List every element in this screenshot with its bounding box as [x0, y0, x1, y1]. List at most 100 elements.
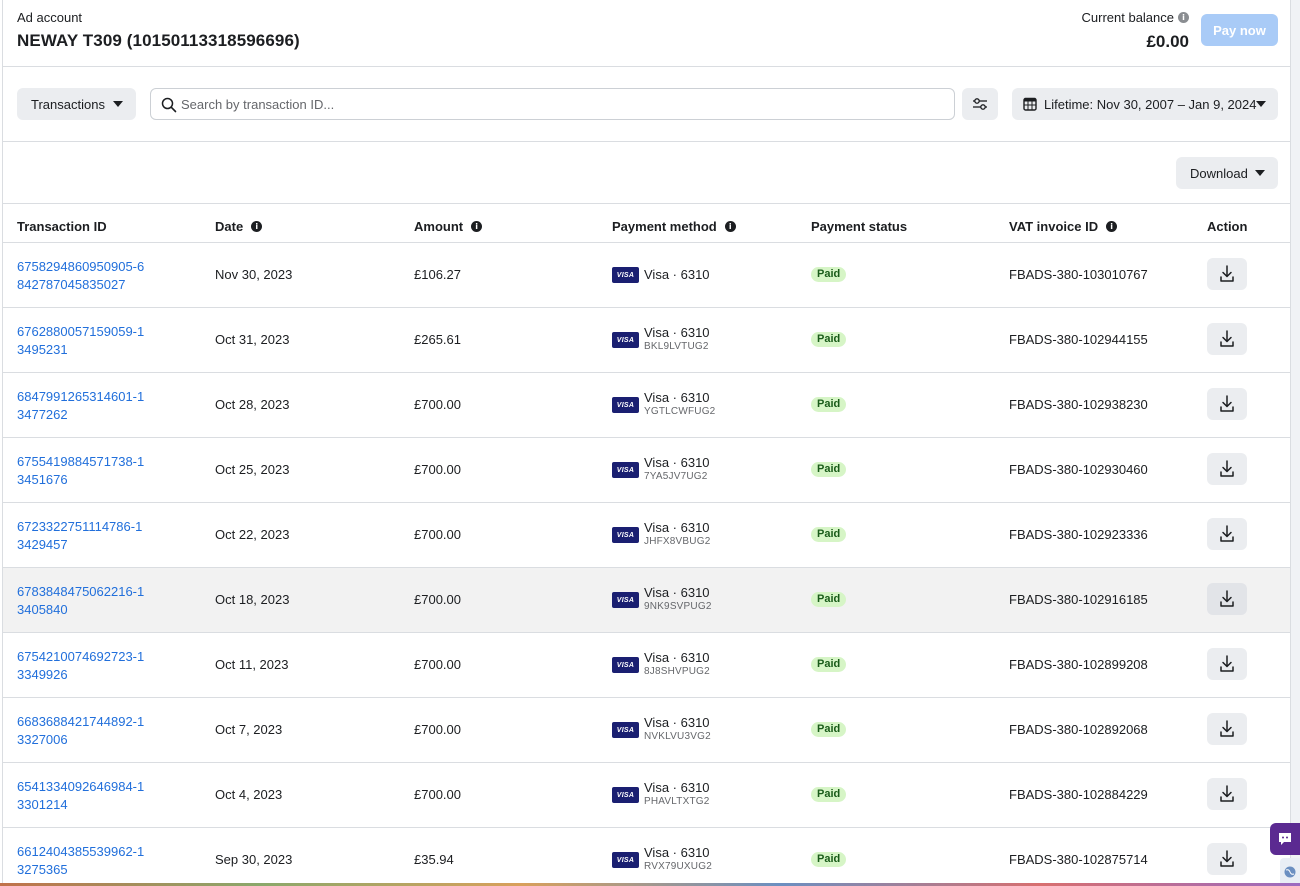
payment-method: VISA Visa · 6310 RVX79UXUG2: [612, 844, 712, 876]
transaction-id-link[interactable]: 6755419884571738-13451676: [17, 453, 147, 489]
toolbar: Transactions Search by transaction ID...…: [3, 67, 1290, 142]
col-payment-method[interactable]: Payment method i: [612, 219, 736, 234]
transaction-id-link[interactable]: 6612404385539962-13275365: [17, 843, 147, 879]
transaction-id-link[interactable]: 6783848475062216-13405840: [17, 583, 147, 619]
transaction-date: Oct 28, 2023: [215, 397, 290, 412]
payment-method-text: Visa · 6310: [644, 268, 710, 282]
payment-method-label: Visa · 6310: [644, 715, 710, 730]
vat-invoice-id: FBADS-380-102892068: [1009, 722, 1148, 737]
vat-invoice-id: FBADS-380-103010767: [1009, 267, 1148, 282]
vat-invoice-id: FBADS-380-102938230: [1009, 397, 1148, 412]
payment-method: VISA Visa · 6310 9NK9SVPUG2: [612, 584, 712, 616]
pay-now-button[interactable]: Pay now: [1201, 14, 1278, 46]
transaction-date: Oct 4, 2023: [215, 787, 283, 802]
info-icon[interactable]: i: [1106, 221, 1118, 232]
account-label: Ad account: [17, 10, 83, 25]
download-invoice-button[interactable]: [1207, 453, 1247, 485]
visa-card-icon: VISA: [612, 397, 639, 413]
transaction-id-link[interactable]: 6754210074692723-13349926: [17, 648, 147, 684]
payment-method: VISA Visa · 6310 8J8SHVPUG2: [612, 649, 710, 681]
col-payment-status-label: Payment status: [811, 219, 908, 234]
download-invoice-button[interactable]: [1207, 713, 1247, 745]
col-date[interactable]: Date i: [215, 219, 263, 234]
download-bar: Download: [3, 142, 1290, 204]
download-invoice-button[interactable]: [1207, 258, 1247, 290]
payment-method: VISA Visa · 6310 NVKLVU3VG2: [612, 714, 711, 746]
download-invoice-button[interactable]: [1207, 778, 1247, 810]
download-invoice-button[interactable]: [1207, 843, 1247, 875]
transaction-id-link[interactable]: 6683688421744892-13327006: [17, 713, 147, 749]
payment-method-label: Visa · 6310: [644, 585, 710, 600]
table-row: 6847991265314601-13477262 Oct 28, 2023 £…: [3, 373, 1290, 438]
payment-method-label: Visa · 6310: [644, 267, 710, 282]
search-input[interactable]: [181, 96, 954, 112]
download-icon: [1220, 330, 1234, 347]
status-badge: Paid: [811, 267, 847, 282]
search-box[interactable]: [150, 88, 955, 120]
download-invoice-button[interactable]: [1207, 323, 1247, 355]
chat-icon: [1279, 833, 1291, 845]
transaction-amount: £106.27: [414, 267, 461, 282]
download-icon: [1220, 265, 1234, 282]
payment-method-label: Visa · 6310: [644, 325, 710, 340]
status-badge: Paid: [811, 592, 847, 607]
transaction-amount: £700.00: [414, 722, 461, 737]
transactions-dropdown[interactable]: Transactions: [17, 88, 136, 120]
payment-method-text: Visa · 6310 9NK9SVPUG2: [644, 586, 712, 614]
payment-method-label: Visa · 6310: [644, 455, 710, 470]
download-icon: [1220, 590, 1234, 607]
billing-panel: Ad account NEWAY T309 (10150113318596696…: [2, 0, 1291, 886]
col-payment-status[interactable]: Payment status: [811, 219, 907, 234]
payment-method-reference: 7YA5JV7UG2: [644, 471, 708, 482]
transaction-amount: £700.00: [414, 397, 461, 412]
info-icon[interactable]: i: [1178, 12, 1189, 23]
download-button[interactable]: Download: [1176, 157, 1278, 189]
transaction-id-link[interactable]: 6541334092646984-13301214: [17, 778, 147, 814]
download-invoice-button[interactable]: [1207, 388, 1247, 420]
download-icon: [1220, 720, 1234, 737]
transaction-id-link[interactable]: 6758294860950905-6842787045835027: [17, 258, 147, 294]
table-row: 6755419884571738-13451676 Oct 25, 2023 £…: [3, 438, 1290, 503]
transaction-date: Oct 22, 2023: [215, 527, 290, 542]
transaction-id-link[interactable]: 6847991265314601-13477262: [17, 388, 147, 424]
transaction-id-link[interactable]: 6723322751114786-13429457: [17, 518, 147, 554]
transaction-amount: £265.61: [414, 332, 461, 347]
sliders-icon: [973, 98, 987, 110]
download-button-label: Download: [1190, 165, 1248, 181]
payment-method: VISA Visa · 6310 7YA5JV7UG2: [612, 454, 710, 486]
transaction-amount: £35.94: [414, 852, 454, 867]
search-icon: [161, 97, 177, 113]
col-action-label: Action: [1207, 219, 1248, 234]
page-background: [1291, 0, 1300, 886]
col-transaction-id[interactable]: Transaction ID: [17, 219, 107, 234]
date-range-picker[interactable]: Lifetime: Nov 30, 2007 – Jan 9, 2024: [1012, 88, 1278, 120]
download-invoice-button[interactable]: [1207, 648, 1247, 680]
chat-button[interactable]: [1270, 823, 1300, 855]
table-row: 6754210074692723-13349926 Oct 11, 2023 £…: [3, 633, 1290, 698]
col-vat-invoice-id[interactable]: VAT invoice ID i: [1009, 219, 1118, 234]
vat-invoice-id: FBADS-380-102930460: [1009, 462, 1148, 477]
caret-down-icon: [113, 101, 123, 107]
status-badge: Paid: [811, 332, 847, 347]
info-icon[interactable]: i: [724, 221, 736, 232]
download-icon: [1220, 850, 1234, 867]
col-amount[interactable]: Amount i: [414, 219, 483, 234]
visa-card-icon: VISA: [612, 462, 639, 478]
info-icon[interactable]: i: [251, 221, 263, 232]
payment-method-reference: 8J8SHVPUG2: [644, 666, 710, 677]
col-transaction-id-label: Transaction ID: [17, 219, 107, 234]
vat-invoice-id: FBADS-380-102875714: [1009, 852, 1148, 867]
info-icon[interactable]: i: [471, 221, 483, 232]
download-invoice-button[interactable]: [1207, 583, 1247, 615]
filter-button[interactable]: [962, 88, 998, 120]
download-invoice-button[interactable]: [1207, 518, 1247, 550]
payment-method-reference: BKL9LVTUG2: [644, 341, 709, 352]
globe-icon[interactable]: [1280, 858, 1300, 886]
payment-method-reference: JHFX8VBUG2: [644, 536, 711, 547]
table-row: 6612404385539962-13275365 Sep 30, 2023 £…: [3, 828, 1290, 886]
transaction-id-link[interactable]: 6762880057159059-13495231: [17, 323, 147, 359]
balance-label-group: Current balance i: [1082, 10, 1189, 25]
balance-value: £0.00: [1146, 32, 1189, 51]
payment-method-reference: YGTLCWFUG2: [644, 406, 716, 417]
col-date-label: Date: [215, 219, 244, 234]
